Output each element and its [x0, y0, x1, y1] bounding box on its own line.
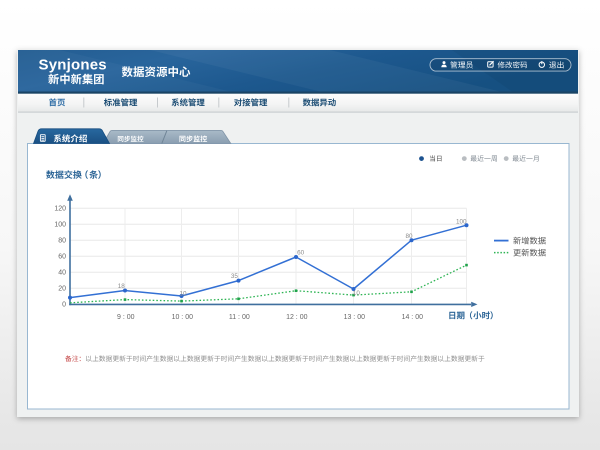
svg-text:13 : 00: 13 : 00: [344, 314, 366, 321]
svg-text:100: 100: [456, 218, 467, 225]
svg-text:9 : 00: 9 : 00: [117, 314, 135, 321]
svg-text:40: 40: [58, 270, 66, 277]
svg-text:60: 60: [297, 250, 305, 257]
svg-text:Synjones: Synjones: [39, 57, 107, 74]
svg-text:60: 60: [58, 254, 66, 261]
svg-text:20: 20: [58, 286, 66, 293]
svg-text:18: 18: [118, 283, 126, 290]
svg-text:14 : 00: 14 : 00: [402, 314, 424, 321]
svg-text:100: 100: [54, 222, 66, 229]
svg-text:35: 35: [231, 273, 239, 280]
svg-text:120: 120: [54, 206, 66, 213]
svg-text:12 : 00: 12 : 00: [286, 314, 308, 321]
svg-text:80: 80: [58, 238, 66, 245]
svg-text:10 : 00: 10 : 00: [172, 314, 194, 321]
svg-text:80: 80: [405, 233, 413, 240]
svg-text:11 : 00: 11 : 00: [229, 314, 250, 321]
svg-text:10: 10: [353, 290, 361, 297]
svg-text:10: 10: [179, 290, 187, 297]
svg-text:0: 0: [62, 302, 66, 309]
